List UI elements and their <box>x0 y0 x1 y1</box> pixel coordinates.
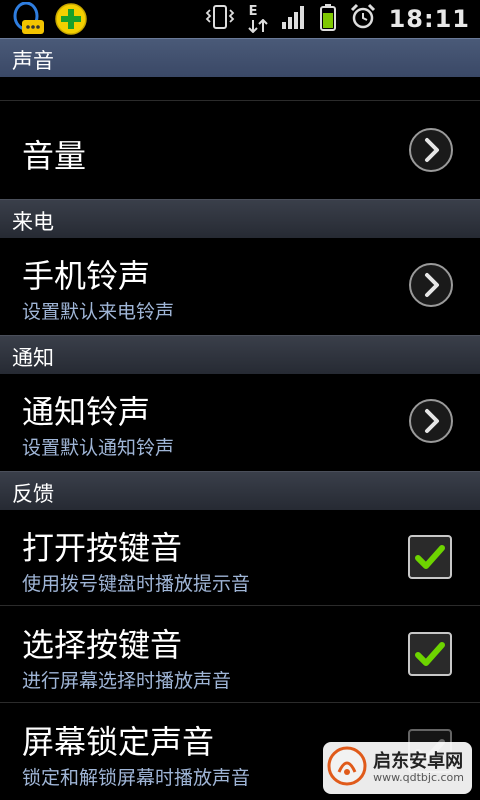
setting-title: 通知铃声 <box>22 393 151 431</box>
chevron-right-icon[interactable] <box>408 262 454 308</box>
battery-icon <box>319 3 337 35</box>
setting-summary: 设置默认来电铃声 <box>22 301 175 323</box>
watermark-name: 启东安卓网 <box>373 751 464 773</box>
section-header-label: 声音 <box>12 49 54 73</box>
setting-summary: 设置默认通知铃声 <box>22 437 175 459</box>
signal-icon <box>281 4 307 34</box>
dial-tone-checkbox[interactable] <box>408 535 452 579</box>
status-time: 18:11 <box>388 5 470 33</box>
section-header-incoming: 来电 <box>0 199 480 238</box>
setting-title: 屏幕锁定声音 <box>22 723 215 761</box>
setting-phone-ringtone[interactable]: 手机铃声 设置默认来电铃声 <box>0 237 480 335</box>
watermark-url: www.qdtbjc.com <box>373 770 464 784</box>
setting-title: 打开按键音 <box>22 529 183 567</box>
watermark-logo-icon <box>327 746 367 790</box>
setting-summary: 锁定和解锁屏幕时播放声音 <box>22 767 251 789</box>
chevron-right-icon[interactable] <box>408 127 454 173</box>
touch-tone-checkbox[interactable] <box>408 632 452 676</box>
setting-title: 手机铃声 <box>22 257 151 295</box>
network-type-label: E <box>248 4 258 19</box>
setting-touch-tone[interactable]: 选择按键音 进行屏幕选择时播放声音 <box>0 606 480 702</box>
section-header-label: 通知 <box>12 346 54 370</box>
section-header-label: 来电 <box>12 210 54 234</box>
setting-title: 选择按键音 <box>22 626 183 664</box>
setting-summary: 使用拨号键盘时播放提示音 <box>22 573 251 595</box>
chevron-right-icon[interactable] <box>408 398 454 444</box>
watermark: 启东安卓网 www.qdtbjc.com <box>323 742 472 794</box>
qq-icon <box>10 1 48 40</box>
setting-summary: 进行屏幕选择时播放声音 <box>22 670 232 692</box>
status-bar: E 18:11 <box>0 0 480 38</box>
360-plus-icon <box>54 2 88 40</box>
setting-dial-tone[interactable]: 打开按键音 使用拨号键盘时播放提示音 <box>0 509 480 605</box>
section-header-label: 反馈 <box>12 482 54 506</box>
vibrate-icon <box>205 4 235 34</box>
section-header-feedback: 反馈 <box>0 471 480 510</box>
setting-volume[interactable]: 音量 <box>0 101 480 199</box>
setting-notification-ringtone[interactable]: 通知铃声 设置默认通知铃声 <box>0 373 480 471</box>
alarm-icon <box>349 3 377 35</box>
data-arrows-icon: E <box>247 4 269 34</box>
section-header-sound: 声音 <box>0 38 480 77</box>
section-header-notification: 通知 <box>0 335 480 374</box>
setting-title: 音量 <box>22 137 87 175</box>
settings-screen: E 18:11 声音 音量 来电 手机铃声 设置默认来电铃声 通知 通知铃声 设… <box>0 0 480 800</box>
